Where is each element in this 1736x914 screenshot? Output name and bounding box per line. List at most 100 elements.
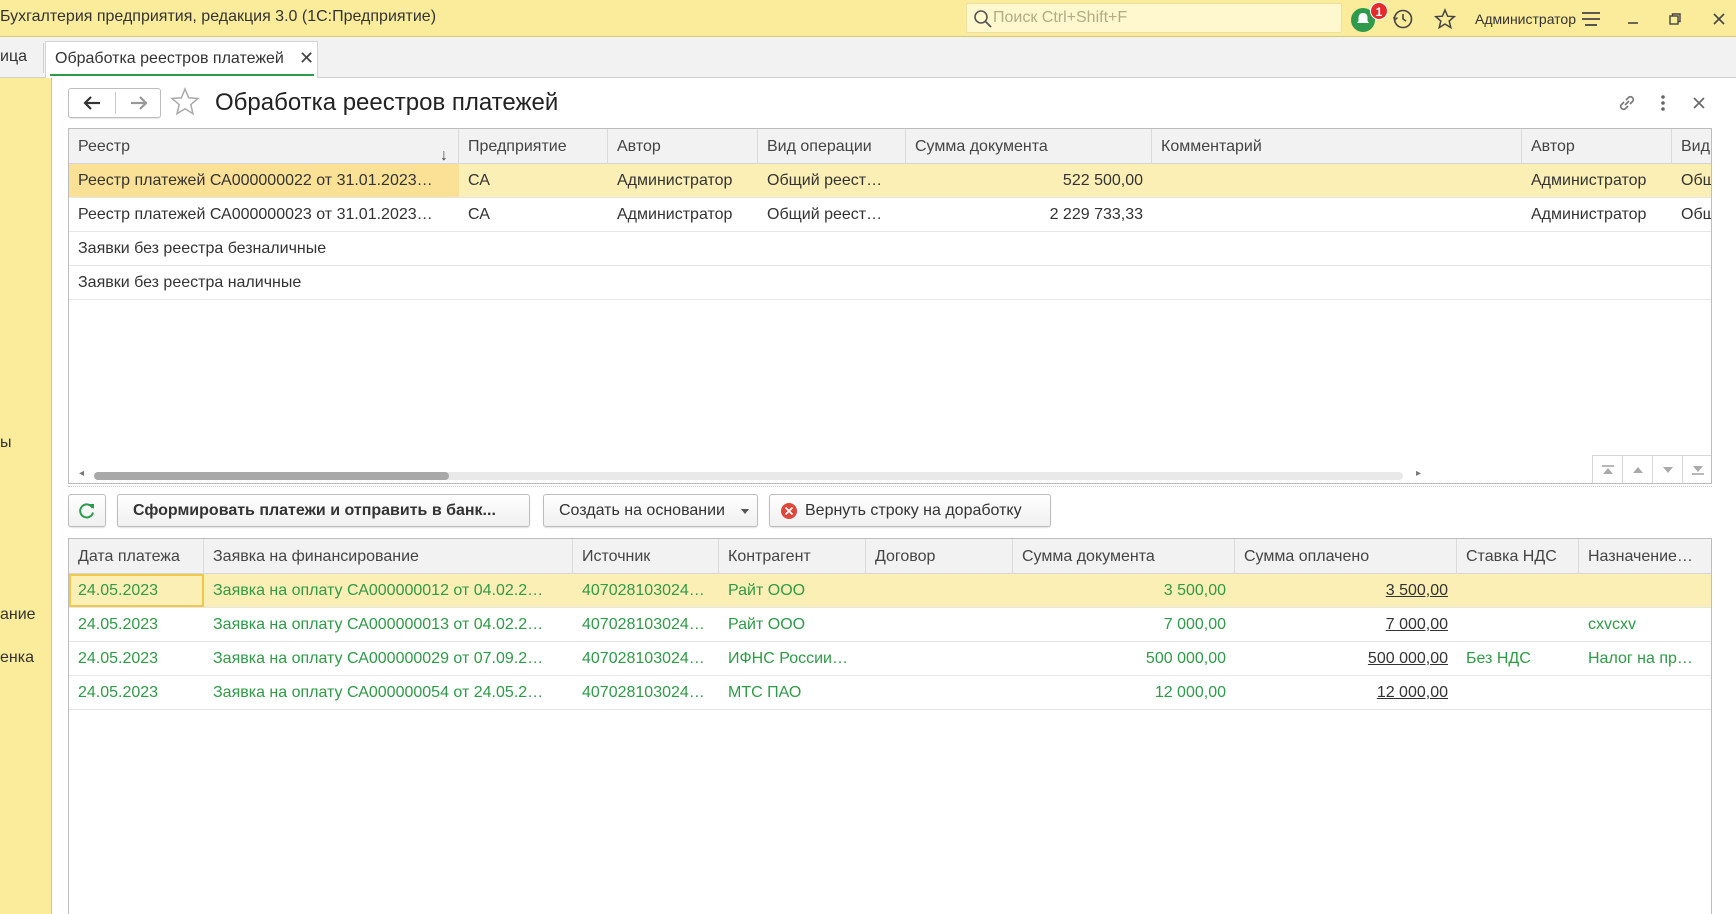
cell-author: Администратор — [617, 206, 733, 223]
cell-vat-rate: Без НДС — [1466, 650, 1531, 667]
registers-table-header: Реестр ↓ Предприятие Автор Вид операции С… — [69, 129, 1711, 164]
cell-vat-rate — [1457, 608, 1579, 641]
cell-author: Администратор — [1531, 172, 1647, 189]
table-row[interactable]: Реестр платежей СА000000023 от 31.01.202… — [69, 198, 1711, 232]
form-close-button[interactable] — [1686, 90, 1712, 116]
cell-author: Администратор — [1531, 206, 1647, 223]
favorites-button[interactable] — [1432, 6, 1458, 32]
cell-paid-amount[interactable]: 12 000,00 — [1235, 676, 1457, 709]
cell-paid-amount[interactable]: 500 000,00 — [1235, 642, 1457, 675]
search-box[interactable] — [966, 3, 1342, 33]
column-header[interactable]: Комментарий — [1152, 129, 1522, 164]
column-header[interactable]: Дата платежа — [69, 539, 204, 574]
restore-icon — [1669, 13, 1681, 25]
scrollbar-thumb[interactable] — [94, 472, 449, 480]
minimize-icon — [1628, 22, 1638, 24]
column-header[interactable]: Сумма документа — [906, 129, 1152, 164]
cell-source: 407028103024… — [582, 582, 705, 599]
tab-previous[interactable]: ица — [0, 48, 27, 66]
cell-source: 407028103024… — [582, 616, 705, 633]
restore-button[interactable] — [1662, 6, 1688, 32]
minimize-button[interactable] — [1620, 6, 1646, 32]
search-input[interactable] — [993, 5, 1333, 31]
app-title: Бухгалтерия предприятия, редакция 3.0 (1… — [0, 8, 437, 25]
table-row[interactable]: 24.05.2023 Заявка на оплату СА000000012 … — [69, 574, 1711, 608]
search-icon — [974, 10, 992, 28]
cell-purpose: cxvcxv — [1588, 616, 1636, 633]
user-name[interactable]: Администратор — [1475, 11, 1576, 27]
window-close-button[interactable] — [1706, 6, 1732, 32]
payments-table[interactable]: Дата платежа Заявка на финансирование Ис… — [68, 538, 1712, 914]
tab-payment-registers[interactable]: Обработка реестров платежей ✕ — [45, 41, 318, 78]
star-icon[interactable] — [170, 87, 200, 117]
cell-source: 407028103024… — [582, 650, 705, 667]
history-icon — [1392, 9, 1413, 29]
registers-table[interactable]: Реестр ↓ Предприятие Автор Вид операции С… — [68, 128, 1712, 484]
scroll-to-bottom-button[interactable] — [1682, 455, 1711, 483]
create-based-on-button[interactable]: Создать на основании — [543, 494, 758, 527]
column-header[interactable]: Сумма документа — [1013, 539, 1235, 574]
link-button[interactable] — [1614, 90, 1640, 116]
column-header[interactable]: Вид — [1672, 129, 1711, 164]
chevron-down-icon — [1662, 466, 1673, 473]
notifications-badge: 1 — [1370, 2, 1388, 20]
column-header[interactable]: Сумма оплачено — [1235, 539, 1457, 574]
column-header[interactable]: Заявка на финансирование — [204, 539, 573, 574]
more-actions-button[interactable] — [1650, 90, 1676, 116]
column-header[interactable]: Контрагент — [719, 539, 866, 574]
table-row[interactable]: Заявки без реестра безналичные — [69, 232, 1711, 266]
tab-close-icon[interactable]: ✕ — [299, 48, 314, 69]
column-header[interactable]: Автор — [608, 129, 758, 164]
cell-source: 407028103024… — [582, 684, 705, 701]
refresh-button[interactable] — [68, 494, 106, 527]
column-header[interactable]: Предприятие — [459, 129, 608, 164]
section-item[interactable]: ание — [0, 606, 36, 624]
menu-icon — [1582, 12, 1600, 26]
cell-paid-amount[interactable]: 3 500,00 — [1235, 574, 1457, 607]
navigation-buttons — [68, 88, 161, 118]
form-header: Обработка реестров платежей — [52, 78, 1736, 128]
table-row[interactable]: Заявки без реестра наличные — [69, 266, 1711, 300]
chevron-double-up-icon — [1601, 464, 1614, 474]
forward-button[interactable] — [116, 89, 162, 117]
back-button[interactable] — [69, 89, 115, 117]
main-menu-button[interactable] — [1578, 6, 1604, 32]
column-header[interactable]: Вид операции — [758, 129, 906, 164]
form-payments-button[interactable]: Сформировать платежи и отправить в банк.… — [117, 494, 530, 527]
tab-label: Обработка реестров платежей — [55, 50, 284, 67]
section-item[interactable]: ы — [0, 434, 12, 452]
column-header[interactable]: Реестр ↓ — [69, 129, 459, 164]
scroll-down-button[interactable] — [1652, 455, 1682, 483]
cell-purpose: Налог на пр… — [1588, 650, 1693, 667]
cell-paid-amount[interactable]: 7 000,00 — [1235, 608, 1457, 641]
scroll-left-icon[interactable]: ◂ — [79, 468, 84, 479]
section-item[interactable]: енка — [0, 649, 34, 667]
table-row[interactable]: 24.05.2023 Заявка на оплату СА000000029 … — [69, 642, 1711, 676]
cell-purpose — [1579, 574, 1711, 607]
create-based-on-label: Создать на основании — [559, 501, 725, 519]
horizontal-scrollbar[interactable]: ◂ ▸ — [69, 465, 1442, 483]
column-header[interactable]: Источник — [573, 539, 719, 574]
cell-vat-rate — [1457, 676, 1579, 709]
table-row[interactable]: 24.05.2023 Заявка на оплату СА000000013 … — [69, 608, 1711, 642]
cell-vat-rate — [1457, 574, 1579, 607]
table-row[interactable]: Реестр платежей СА000000022 от 31.01.202… — [69, 164, 1711, 198]
cell-comment — [1152, 198, 1522, 231]
column-header[interactable]: Автор — [1522, 129, 1672, 164]
history-button[interactable] — [1390, 6, 1416, 32]
notifications-button[interactable]: 1 — [1350, 2, 1388, 32]
table-row[interactable]: 24.05.2023 Заявка на оплату СА000000054 … — [69, 676, 1711, 710]
scroll-to-top-button[interactable] — [1592, 455, 1622, 483]
cell-operation: Общ — [1681, 172, 1711, 189]
arrow-right-icon — [131, 96, 148, 110]
column-header[interactable]: Назначение… — [1579, 539, 1711, 574]
scroll-right-icon[interactable]: ▸ — [1416, 468, 1421, 479]
column-header[interactable]: Договор — [866, 539, 1013, 574]
form-payments-label: Сформировать платежи и отправить в банк.… — [133, 501, 496, 519]
cell-register: Заявки без реестра безналичные — [78, 240, 327, 257]
close-icon — [1713, 13, 1725, 25]
return-row-button[interactable]: Вернуть строку на доработку — [769, 494, 1051, 527]
column-header[interactable]: Ставка НДС — [1457, 539, 1579, 574]
scroll-up-button[interactable] — [1622, 455, 1652, 483]
cell-operation: Общий реест… — [767, 206, 883, 223]
